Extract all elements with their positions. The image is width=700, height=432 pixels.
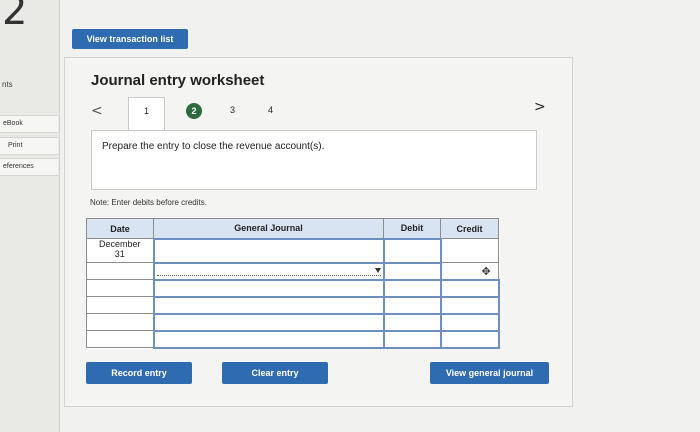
- table-header-row: Date General Journal Debit Credit: [86, 218, 499, 239]
- step-tab-1[interactable]: 1: [128, 97, 165, 131]
- worksheet-title: Journal entry worksheet: [91, 72, 265, 89]
- account-cell[interactable]: [152, 237, 385, 264]
- step-tab-2[interactable]: 2: [186, 103, 202, 119]
- prev-icon[interactable]: <: [91, 103, 103, 119]
- sidebar-item-ebook[interactable]: eBook: [0, 115, 58, 133]
- account-cell[interactable]: [152, 261, 385, 281]
- account-cell[interactable]: [152, 295, 385, 315]
- credit-cell[interactable]: ✥: [440, 262, 499, 280]
- step-tab-3[interactable]: 3: [230, 105, 235, 115]
- clear-entry-button[interactable]: Clear entry: [222, 362, 328, 384]
- date-cell[interactable]: December 31: [86, 238, 154, 263]
- view-general-journal-button[interactable]: View general journal: [430, 362, 549, 384]
- debit-cell[interactable]: [382, 295, 442, 315]
- instruction-box: Prepare the entry to close the revenue a…: [91, 130, 537, 190]
- debit-cell[interactable]: [382, 278, 442, 298]
- date-cell[interactable]: [86, 296, 154, 314]
- date-cell[interactable]: [86, 262, 154, 280]
- table-row: [86, 278, 500, 298]
- debit-cell[interactable]: [382, 237, 442, 264]
- header-debit: Debit: [383, 218, 441, 239]
- sidebar-partial-label: nts: [2, 80, 13, 89]
- credit-cell[interactable]: [439, 295, 500, 315]
- header-date: Date: [86, 218, 154, 239]
- credit-cell[interactable]: [439, 312, 500, 332]
- date-day: 31: [114, 249, 125, 259]
- instruction-text: Prepare the entry to close the revenue a…: [102, 141, 325, 152]
- header-credit: Credit: [440, 218, 499, 239]
- credit-cell[interactable]: [440, 238, 499, 263]
- credit-cell[interactable]: [439, 278, 500, 298]
- journal-table: Date General Journal Debit Credit Decemb…: [86, 218, 500, 349]
- note-text: Note: Enter debits before credits.: [90, 198, 207, 207]
- debit-cell[interactable]: [382, 312, 442, 332]
- step-tab-1-label: 1: [143, 106, 149, 116]
- account-cell[interactable]: [152, 312, 385, 332]
- cursor-icon: ✥: [481, 265, 491, 278]
- dotted-underline: [156, 274, 381, 276]
- sidebar-item-print[interactable]: Print: [0, 137, 58, 155]
- sidebar-item-references[interactable]: eferences: [0, 158, 58, 176]
- step-tab-4[interactable]: 4: [268, 105, 273, 115]
- account-cell[interactable]: [152, 278, 385, 298]
- view-transaction-list-button[interactable]: View transaction list: [72, 29, 188, 49]
- debit-cell[interactable]: [382, 329, 442, 349]
- question-number: 2: [2, 0, 28, 34]
- next-icon[interactable]: >: [534, 99, 546, 115]
- table-row: [86, 312, 500, 332]
- dropdown-arrow-icon[interactable]: [374, 267, 381, 273]
- header-general-journal: General Journal: [153, 218, 384, 239]
- account-cell[interactable]: [152, 329, 385, 349]
- credit-cell[interactable]: [439, 329, 500, 349]
- record-entry-button[interactable]: Record entry: [86, 362, 192, 384]
- table-row: [86, 329, 500, 349]
- date-cell[interactable]: [86, 279, 154, 297]
- table-row: December 31: [86, 237, 499, 264]
- date-month: December: [98, 239, 141, 249]
- left-sidebar: [0, 0, 60, 432]
- table-row: ✥: [86, 261, 499, 281]
- debit-cell[interactable]: [382, 261, 442, 281]
- date-cell[interactable]: [86, 313, 154, 331]
- table-row: [86, 295, 500, 315]
- date-cell[interactable]: [86, 330, 154, 348]
